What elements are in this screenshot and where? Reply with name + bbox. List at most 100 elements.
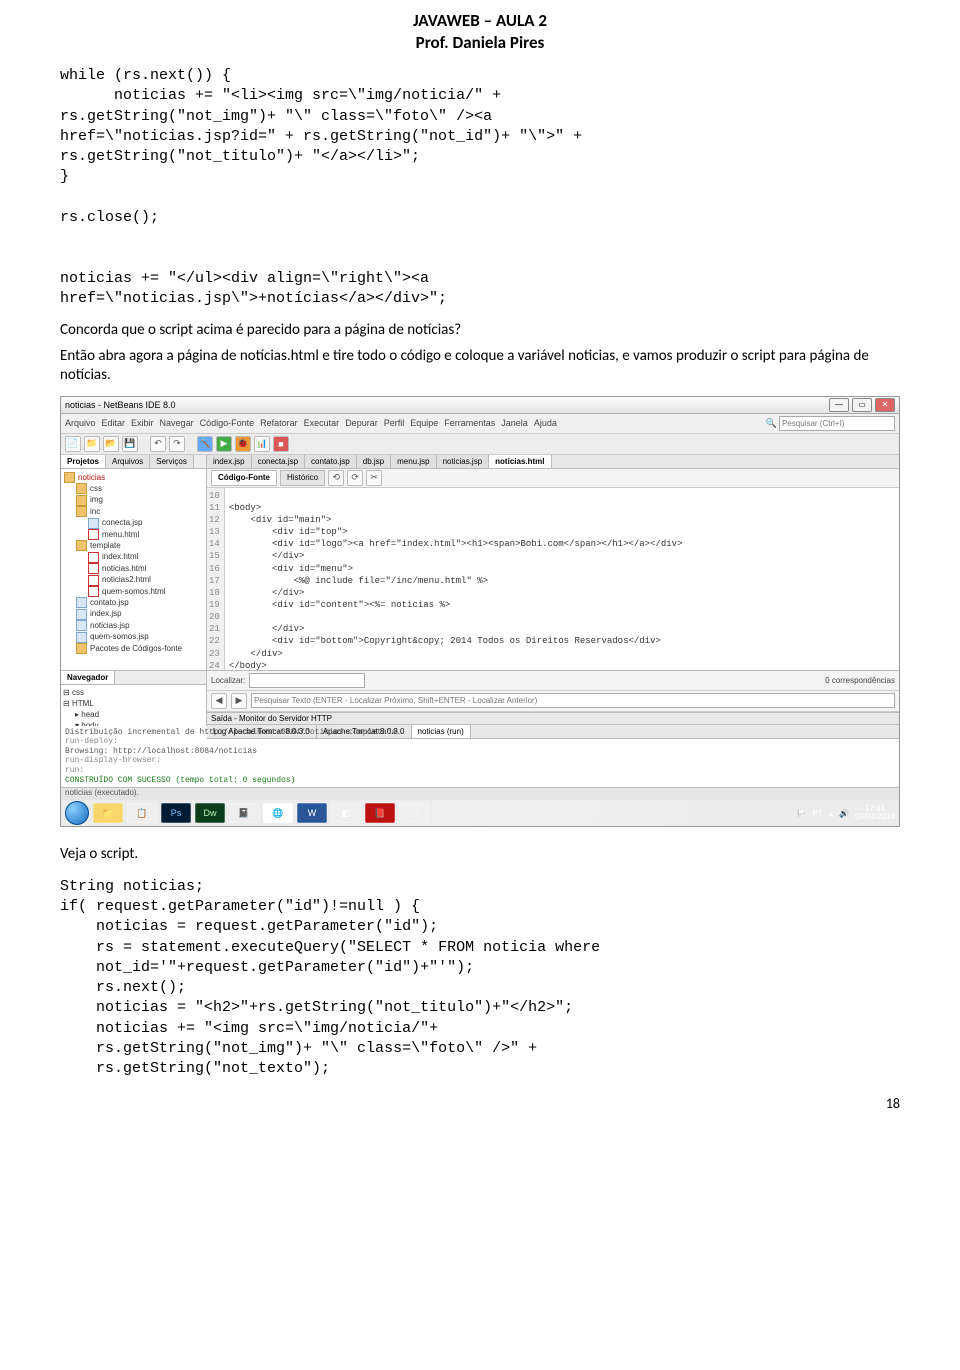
menubar: Arquivo Editar Exibir Navegar Código-Fon… bbox=[61, 414, 899, 434]
maximize-button[interactable]: ▭ bbox=[852, 398, 872, 412]
minimize-button[interactable]: — bbox=[829, 398, 849, 412]
tree-folder[interactable]: Pacotes de Códigos-fonte bbox=[90, 644, 182, 653]
find-input[interactable] bbox=[249, 673, 365, 688]
menu-item[interactable]: Depurar bbox=[345, 418, 378, 428]
save-all-button[interactable]: 💾 bbox=[122, 436, 138, 452]
task-item[interactable]: 📋 bbox=[127, 803, 157, 823]
close-button[interactable]: ✕ bbox=[875, 398, 895, 412]
tree-file[interactable]: noticias.html bbox=[102, 564, 146, 573]
new-file-button[interactable]: 📄 bbox=[65, 436, 81, 452]
find-next-button[interactable]: ▶ bbox=[231, 693, 247, 709]
menu-item[interactable]: Executar bbox=[304, 418, 340, 428]
menu-item[interactable]: Perfil bbox=[384, 418, 405, 428]
find-label: Localizar: bbox=[211, 676, 245, 685]
task-dreamweaver[interactable]: Dw bbox=[195, 803, 225, 823]
editor-tab[interactable]: index.jsp bbox=[207, 455, 252, 468]
tree-file[interactable]: menu.html bbox=[102, 530, 139, 539]
editor-tab[interactable]: noticias.html bbox=[489, 455, 551, 468]
find-matches: 0 correspondências bbox=[825, 676, 895, 685]
paragraph-1: Concorda que o script acima é parecido p… bbox=[60, 321, 900, 341]
redo-button[interactable]: ↷ bbox=[169, 436, 185, 452]
tray-clock[interactable]: 17:44 09/04/2014 bbox=[855, 805, 895, 821]
toolbar-icon[interactable]: ⟳ bbox=[347, 470, 363, 486]
window-titlebar: noticias - NetBeans IDE 8.0 — ▭ ✕ bbox=[61, 397, 899, 414]
status-bar: noticias (executado). bbox=[61, 787, 899, 800]
search-icon: 🔍 bbox=[766, 418, 777, 429]
code-block-2: String noticias; if( request.getParamete… bbox=[60, 877, 900, 1080]
window-title: noticias - NetBeans IDE 8.0 bbox=[65, 400, 176, 410]
tree-folder[interactable]: inc bbox=[90, 507, 100, 516]
new-project-button[interactable]: 📁 bbox=[84, 436, 100, 452]
tree-folder[interactable]: img bbox=[90, 495, 103, 504]
navigator-tree[interactable]: ⊟ css ⊟ HTML ▸ head ▾ body div id=top di… bbox=[61, 685, 206, 726]
task-pdf[interactable]: 📕 bbox=[365, 803, 395, 823]
task-explorer[interactable]: 📁 bbox=[93, 803, 123, 823]
doc-title-1: JAVAWEB – AULA 2 bbox=[60, 10, 900, 32]
tray-flag-icon[interactable]: 🏳️ bbox=[797, 809, 807, 818]
tray-volume-icon[interactable]: 🔊 bbox=[839, 809, 849, 818]
menu-item[interactable]: Arquivo bbox=[65, 418, 96, 428]
tray-chevron-icon[interactable]: ▴ bbox=[829, 809, 833, 818]
toolbar-icon[interactable]: ⟲ bbox=[328, 470, 344, 486]
tree-folder[interactable]: css bbox=[90, 484, 102, 493]
code-block-1: while (rs.next()) { noticias += "<li><im… bbox=[60, 66, 900, 309]
editor-tab[interactable]: noticias.jsp bbox=[437, 455, 490, 468]
menu-item[interactable]: Equipe bbox=[410, 418, 438, 428]
tree-file[interactable]: conecta.jsp bbox=[102, 518, 142, 527]
menu-item[interactable]: Ferramentas bbox=[444, 418, 495, 428]
profile-button[interactable]: 📊 bbox=[254, 436, 270, 452]
editor-tab[interactable]: conecta.jsp bbox=[252, 455, 305, 468]
run-button[interactable]: ▶ bbox=[216, 436, 232, 452]
tree-file[interactable]: contato.jsp bbox=[90, 598, 129, 607]
doc-header: JAVAWEB – AULA 2 Prof. Daniela Pires bbox=[60, 10, 900, 54]
menu-item[interactable]: Editar bbox=[102, 418, 126, 428]
tree-file[interactable]: noticias.jsp bbox=[90, 621, 130, 630]
tray-lang[interactable]: PT bbox=[813, 809, 823, 818]
editor-tab[interactable]: contato.jsp bbox=[305, 455, 357, 468]
find-hint-input[interactable] bbox=[251, 693, 895, 708]
menu-item[interactable]: Janela bbox=[501, 418, 528, 428]
tree-file[interactable]: index.html bbox=[102, 552, 138, 561]
editor-tab[interactable]: menu.jsp bbox=[391, 455, 436, 468]
editor-tab[interactable]: db.jsp bbox=[357, 455, 391, 468]
stop-button[interactable]: ■ bbox=[273, 436, 289, 452]
tree-file[interactable]: noticias2.html bbox=[102, 575, 151, 584]
menu-item[interactable]: Refatorar bbox=[260, 418, 298, 428]
project-tree[interactable]: noticias css img inc conecta.jsp menu.ht… bbox=[61, 469, 206, 657]
task-item[interactable]: 📓 bbox=[229, 803, 259, 823]
search-input[interactable] bbox=[779, 416, 895, 431]
paragraph-2: Então abra agora a página de notícias.ht… bbox=[60, 347, 900, 386]
find-prev-button[interactable]: ◀ bbox=[211, 693, 227, 709]
code-editor[interactable]: 10111213141516171819202122232425 <body> … bbox=[207, 488, 899, 670]
toolbar-icon[interactable]: ✂ bbox=[366, 470, 382, 486]
start-button[interactable] bbox=[65, 801, 89, 825]
projects-tab[interactable]: Projetos bbox=[61, 455, 106, 468]
navigator-tab[interactable]: Navegador bbox=[61, 671, 115, 684]
tree-file[interactable]: quem-somos.html bbox=[102, 587, 166, 596]
debug-button[interactable]: 🐞 bbox=[235, 436, 251, 452]
files-tab[interactable]: Arquivos bbox=[106, 455, 150, 468]
services-tab[interactable]: Serviços bbox=[150, 455, 194, 468]
task-netbeans[interactable]: ◧ bbox=[331, 803, 361, 823]
open-button[interactable]: 📂 bbox=[103, 436, 119, 452]
history-tab[interactable]: Histórico bbox=[280, 470, 325, 486]
menu-item[interactable]: Ajuda bbox=[534, 418, 557, 428]
tree-file[interactable]: quem-somos.jsp bbox=[90, 632, 149, 641]
menu-item[interactable]: Navegar bbox=[160, 418, 194, 428]
tree-root[interactable]: noticias bbox=[78, 473, 105, 482]
task-word[interactable]: W bbox=[297, 803, 327, 823]
task-photoshop[interactable]: Ps bbox=[161, 803, 191, 823]
output-title: Saída - Monitor do Servidor HTTP bbox=[207, 712, 899, 725]
source-tab[interactable]: Código-Fonte bbox=[211, 470, 277, 486]
task-item[interactable]: ⬚ bbox=[399, 803, 429, 823]
undo-button[interactable]: ↶ bbox=[150, 436, 166, 452]
menu-item[interactable]: Exibir bbox=[131, 418, 154, 428]
menu-item[interactable]: Código-Fonte bbox=[200, 418, 255, 428]
output-tab[interactable]: noticias (run) bbox=[412, 725, 471, 738]
task-chrome[interactable]: 🌐 bbox=[263, 803, 293, 823]
tree-folder[interactable]: template bbox=[90, 541, 121, 550]
page-number: 18 bbox=[60, 1095, 900, 1112]
tree-file[interactable]: index.jsp bbox=[90, 609, 122, 618]
paragraph-3: Veja o script. bbox=[60, 845, 900, 865]
build-button[interactable]: 🔨 bbox=[197, 436, 213, 452]
